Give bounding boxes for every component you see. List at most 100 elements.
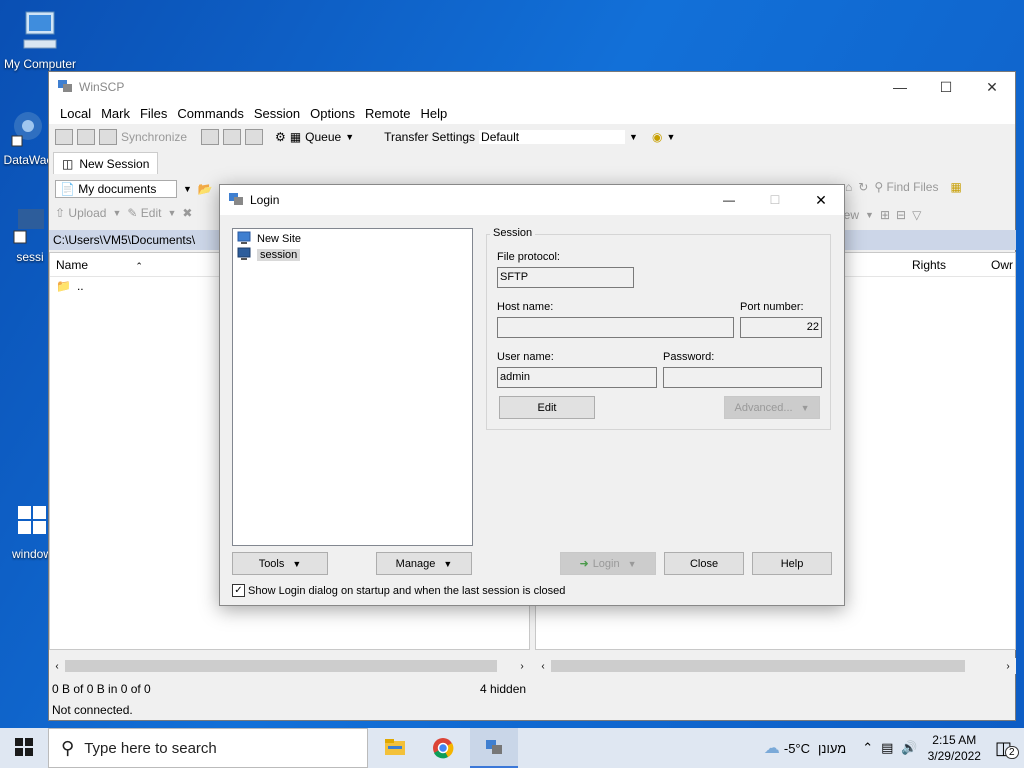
show-on-startup-checkbox[interactable]: ✓ (232, 584, 245, 597)
minus-icon[interactable]: ⊟ (896, 208, 906, 222)
close-dialog-button[interactable]: ✕ (798, 192, 844, 209)
tree-icon[interactable]: ▦ (950, 180, 961, 194)
chevron-down-icon[interactable]: ▼ (865, 210, 874, 220)
file-protocol-select[interactable]: SFTP (497, 267, 634, 288)
chevron-up-icon[interactable]: ⌃ (862, 740, 873, 756)
user-name-field[interactable]: admin (497, 367, 657, 388)
help-button[interactable]: Help (752, 552, 832, 575)
weather-cloud-icon[interactable]: ☁ (764, 738, 780, 758)
menu-help[interactable]: Help (415, 106, 452, 121)
file-protocol-label: File protocol: (497, 251, 560, 263)
clock[interactable]: 2:15 AM 3/29/2022 (928, 732, 981, 764)
site-tree[interactable]: New Site session (232, 228, 473, 546)
col-owner[interactable]: Owr (991, 253, 1013, 277)
sync-browse-icon[interactable] (77, 129, 95, 145)
tab-new-session[interactable]: ◫ New Session (53, 152, 159, 174)
close-button[interactable]: Close (664, 552, 744, 575)
chevron-down-icon[interactable]: ▼ (666, 132, 675, 142)
new-site-icon (237, 231, 253, 248)
home-icon[interactable]: ⌂ (845, 180, 852, 194)
scroll-right-icon[interactable]: › (1000, 661, 1016, 672)
globe-icon[interactable]: ◉ (652, 130, 662, 144)
minimize-button[interactable]: — (706, 193, 752, 207)
edit-button[interactable]: ✎ Edit (127, 206, 161, 220)
chevron-down-icon: ▼ (627, 558, 637, 569)
port-number-label: Port number: (740, 301, 804, 313)
site-label: New Site (257, 233, 302, 245)
edit-button[interactable]: Edit (499, 396, 595, 419)
chevron-down-icon[interactable]: ▼ (183, 184, 192, 194)
open-folder-icon[interactable]: 📂 (198, 182, 213, 196)
login-icon: ➜ (579, 558, 589, 570)
menu-files[interactable]: Files (135, 106, 172, 121)
edit-label: Edit (140, 206, 162, 220)
menu-commands[interactable]: Commands (172, 106, 248, 121)
port-number-field[interactable]: 22 (740, 317, 822, 338)
chrome-taskbar-icon[interactable] (432, 737, 454, 762)
password-field[interactable] (663, 367, 822, 388)
start-button[interactable] (15, 738, 33, 759)
plus-icon[interactable]: ⊞ (880, 208, 890, 222)
menu-options[interactable]: Options (305, 106, 360, 121)
scroll-thumb[interactable] (551, 660, 965, 672)
console-icon[interactable] (201, 129, 220, 145)
site-item-session[interactable]: session (235, 247, 470, 263)
menu-session[interactable]: Session (249, 106, 305, 121)
chevron-down-icon: ▼ (800, 402, 810, 413)
filter-icon[interactable]: ▽ (912, 208, 921, 222)
taskbar-search-box[interactable]: ⚲ Type here to search (48, 728, 368, 768)
terminal-icon[interactable] (223, 129, 242, 145)
remote-action-bar: New ▼ ⊞ ⊟ ▽ (835, 208, 921, 222)
notifications-button[interactable]: ◫ 2 (995, 738, 1019, 759)
manage-button[interactable]: Manage ▼ (376, 552, 472, 575)
chevron-down-icon[interactable]: ▼ (345, 132, 354, 142)
host-name-field[interactable] (497, 317, 734, 338)
window-title: WinSCP (79, 80, 125, 94)
synchronize-icon[interactable] (99, 129, 117, 145)
queue-button[interactable]: Queue (305, 130, 341, 144)
remote-hscrollbar[interactable]: ‹ › (535, 658, 1016, 674)
tools-button[interactable]: Tools ▼ (232, 552, 328, 575)
weather-text[interactable]: מעונן (818, 741, 846, 756)
site-item-new-site[interactable]: New Site (235, 231, 470, 247)
menu-remote[interactable]: Remote (360, 106, 416, 121)
compare-dirs-icon[interactable] (55, 129, 73, 145)
transfer-settings-select[interactable]: Default (479, 130, 626, 144)
chevron-down-icon[interactable]: ▼ (629, 132, 638, 142)
menu-bar: Local Mark Files Commands Session Option… (49, 102, 1015, 124)
status-connection: Not connected. (52, 703, 133, 717)
local-location-select[interactable]: 📄 My documents (55, 180, 177, 198)
menu-local[interactable]: Local (55, 106, 96, 121)
documents-icon: 📄 (60, 182, 75, 196)
winscp-taskbar-icon[interactable] (470, 728, 518, 768)
user-name-label: User name: (497, 351, 554, 363)
scroll-left-icon[interactable]: ‹ (49, 661, 65, 672)
chevron-down-icon[interactable]: ▼ (112, 208, 121, 218)
local-hscrollbar[interactable]: ‹ › (49, 658, 530, 674)
putty-icon[interactable] (245, 129, 264, 145)
chevron-down-icon[interactable]: ▼ (167, 208, 176, 218)
network-icon[interactable]: ▤ (881, 740, 893, 756)
volume-icon[interactable]: 🔊 (901, 740, 917, 756)
sort-up-icon: ⌃ (135, 261, 143, 271)
file-explorer-taskbar-icon[interactable] (384, 737, 406, 760)
new-session-icon: ◫ (62, 156, 74, 171)
maximize-button[interactable]: ☐ (923, 72, 969, 102)
col-name-label: Name (56, 258, 89, 272)
synchronize-button[interactable]: Synchronize (121, 130, 187, 144)
close-window-button[interactable]: ✕ (969, 72, 1015, 102)
col-rights[interactable]: Rights (912, 253, 946, 277)
find-files-button[interactable]: ⚲ Find Files (874, 180, 938, 194)
scroll-right-icon[interactable]: › (514, 661, 530, 672)
gear-icon[interactable]: ⚙ (275, 130, 286, 144)
upload-button[interactable]: ⇧ Upload (55, 206, 106, 220)
delete-icon[interactable]: ✖ (182, 206, 192, 220)
weather-temperature[interactable]: -5°C (784, 741, 810, 756)
desktop-icon-my-computer[interactable]: My Computer (0, 10, 80, 71)
refresh-icon[interactable]: ↻ (858, 180, 868, 194)
search-icon: ⚲ (61, 737, 75, 758)
minimize-button[interactable]: — (877, 72, 923, 102)
scroll-thumb[interactable] (65, 660, 497, 672)
scroll-left-icon[interactable]: ‹ (535, 661, 551, 672)
menu-mark[interactable]: Mark (96, 106, 135, 121)
